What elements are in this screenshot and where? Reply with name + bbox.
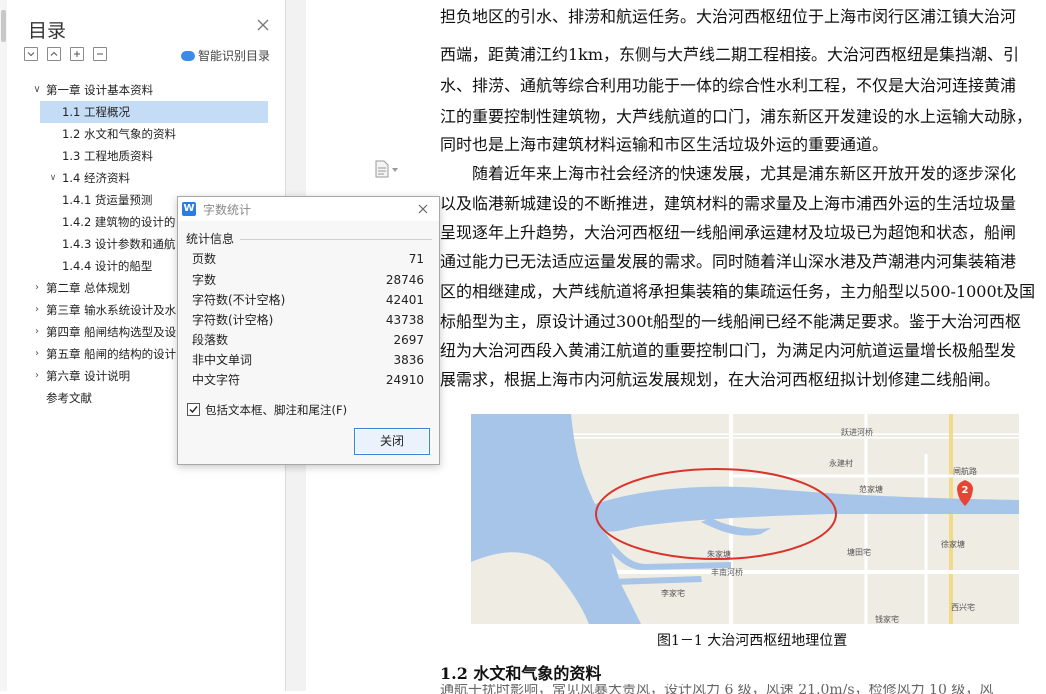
divider (240, 239, 432, 240)
text-line: 担负地区的引水、排涝和航运任务。大治河西枢纽位于上海市闵行区浦江镇大治河 (440, 7, 1017, 26)
figure-caption: 图1－1 大治河西枢纽地理位置 (657, 633, 848, 649)
map-label: 西兴宅 (951, 602, 975, 612)
toc-item-1-4[interactable]: ∨ 1.4 经济资料 (0, 167, 285, 189)
map-label: 永建村 (829, 458, 853, 468)
chevron-right-icon[interactable]: › (32, 277, 42, 299)
map-label: 钱家宅 (875, 614, 899, 624)
close-icon[interactable] (416, 202, 430, 216)
document-options-icon[interactable] (374, 160, 390, 178)
pane-scrollbar-thumb[interactable] (1, 10, 6, 42)
stat-row: 字数 28746 (192, 273, 424, 287)
chevron-right-icon[interactable]: › (32, 365, 42, 387)
text-line: 通过能力已无法适应运量发展的需求。同时随着洋山深水港及芦潮港内河集装箱港 (440, 252, 1017, 271)
wps-logo-icon: W (182, 202, 196, 216)
text-line: 以及临港新城建设的不断推进，建筑材料的需求量及上海市浦西外运的生活垃圾量 (440, 194, 1017, 213)
section-heading: 1.2 水文和气象的资料 (440, 664, 602, 683)
stat-row: 字符数(不计空格) 42401 (192, 293, 424, 307)
toc-item-1-2[interactable]: 1.2 水文和气象的资料 (0, 123, 285, 145)
add-heading-icon[interactable] (70, 47, 84, 61)
text-line: 展需求，根据上海市内河航运发展规划，在大治河西枢纽拟计划修建二线船闸。 (440, 370, 1001, 389)
stat-row: 字符数(计空格) 43738 (192, 313, 424, 327)
text-line: 水、排涝、通航等综合利用功能于一体的综合性水利工程，不仅是大治河连接黄浦 (440, 76, 1017, 95)
checkbox-icon[interactable] (187, 403, 200, 416)
smart-toc-button[interactable]: 智能识别目录 (181, 47, 270, 64)
text-line: 随着近年来上海市社会经济的快速发展，尤其是浦东新区开放开发的逐步深化 (472, 164, 1017, 183)
stat-row: 非中文单词 3836 (192, 353, 424, 367)
stat-row: 页数 71 (192, 252, 424, 266)
dropdown-arrow-icon[interactable] (392, 168, 398, 172)
location-map: 2 跃进河桥 永建村 闸航路 范家塘 徐家塘 塘田宅 朱家塘 丰南河桥 李家宅 … (471, 414, 1019, 624)
remove-heading-icon[interactable] (93, 47, 107, 61)
expand-all-icon[interactable] (24, 47, 38, 61)
stats-section-label: 统计信息 (186, 232, 235, 246)
close-icon[interactable] (256, 18, 270, 32)
include-textbox-checkbox[interactable]: 包括文本框、脚注和尾注(F) (187, 402, 347, 418)
collapse-all-icon[interactable] (47, 47, 61, 61)
marker-label: 2 (962, 485, 969, 496)
toc-item-1-1[interactable]: 1.1 工程概况 (0, 101, 285, 123)
chevron-down-icon[interactable]: ∨ (32, 79, 42, 101)
dialog-titlebar[interactable]: W 字数统计 (178, 197, 439, 221)
partial-text-line: 通航干扰时影响，常见风暴大责风，设计风力 6 级，风速 21.0m/s，检修风力… (440, 684, 994, 694)
text-line: 纽为大治河西段入黄浦江航道的重要控制口门，为满足内河航道运量增长极船型发 (440, 341, 1017, 360)
chevron-right-icon[interactable]: › (32, 321, 42, 343)
smart-toc-label: 智能识别目录 (198, 49, 271, 63)
chevron-down-icon[interactable]: ∨ (48, 167, 58, 189)
text-line: 同时也是上海市建筑材料运输和市区生活垃圾外运的重要通道。 (440, 135, 889, 154)
map-label: 朱家塘 (707, 549, 731, 559)
text-line: 江的重要控制性建筑物，大芦线航道的口门，浦东新区开发建设的水上运输大动脉， (440, 107, 1033, 126)
chevron-right-icon[interactable]: › (32, 343, 42, 365)
text-line: 区的相继建成，大芦线航道将承担集装箱的集疏运任务，主力船型以500-1000t及… (440, 282, 1036, 301)
map-label: 闸航路 (953, 466, 977, 476)
map-label: 塘田宅 (847, 547, 871, 557)
text-line: 西端，距黄浦江约1km，东侧与大芦线二期工程相接。大治河西枢纽是集挡潮、引 (440, 45, 1020, 64)
map-label: 范家塘 (859, 484, 883, 494)
map-label: 李家宅 (661, 588, 685, 598)
word-count-dialog: W 字数统计 统计信息 页数 71 字数 28746 字符数(不计空格) 42401 … (177, 196, 440, 465)
dialog-title: 字数统计 (203, 203, 252, 217)
toc-item-chapter1[interactable]: ∨ 第一章 设计基本资料 (0, 79, 285, 101)
ai-icon (181, 51, 195, 61)
toc-title: 目录 (28, 20, 67, 42)
map-label: 丰南河桥 (711, 567, 743, 577)
map-label: 跃进河桥 (841, 427, 873, 437)
text-line: 呈现逐年上升趋势，大治河西枢纽一线船闸承运建材及垃圾已为超饱和状态，船闸 (440, 223, 1017, 242)
chevron-right-icon[interactable]: › (32, 299, 42, 321)
toc-item-1-3[interactable]: 1.3 工程地质资料 (0, 145, 285, 167)
map-label: 徐家塘 (941, 539, 965, 549)
text-line: 标船型为主，原设计通过300t船型的一线船闸已经不能满足要求。鉴于大治河西枢 (440, 312, 1021, 331)
checkbox-label: 包括文本框、脚注和尾注(F) (205, 403, 348, 417)
stat-row: 中文字符 24910 (192, 373, 424, 387)
stat-row: 段落数 2697 (192, 333, 424, 347)
close-button[interactable]: 关闭 (354, 428, 430, 455)
